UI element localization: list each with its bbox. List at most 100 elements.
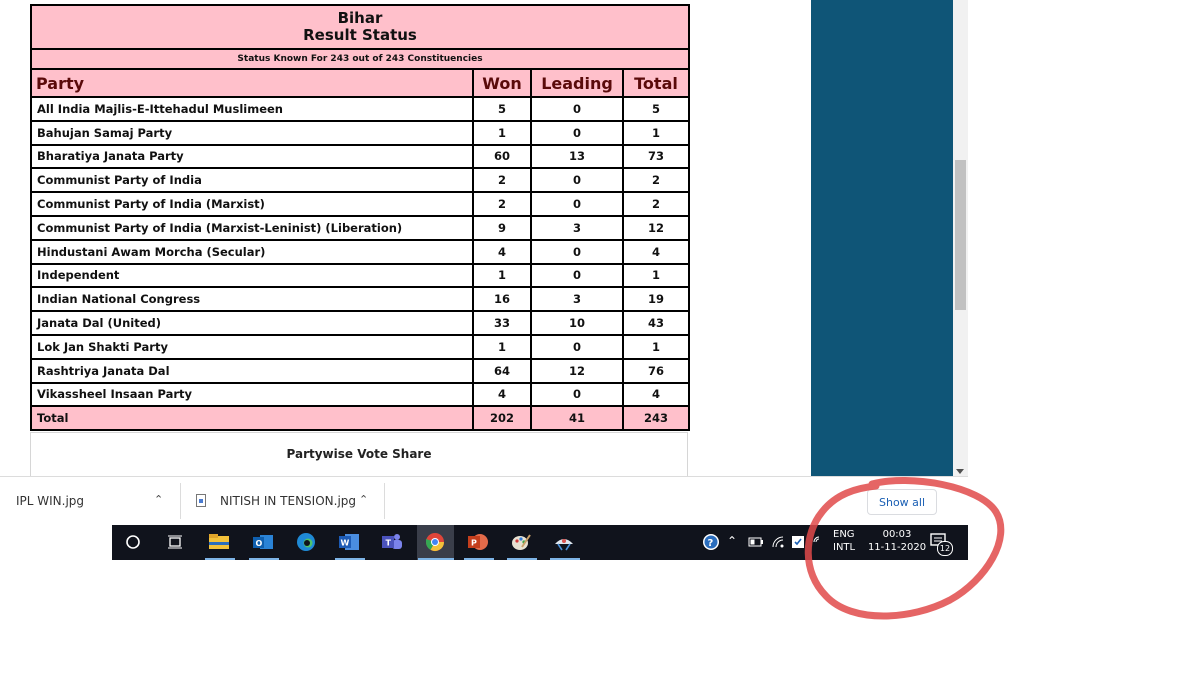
chevron-up-icon[interactable]: ⌃ xyxy=(154,493,163,506)
party-name: Independent xyxy=(30,262,474,289)
party-name: Communist Party of India (Marxist) xyxy=(30,191,474,217)
party-name: All India Majlis-E-Ittehadul Muslimeen xyxy=(30,96,474,122)
total-count: 1 xyxy=(622,119,690,146)
file-explorer-icon[interactable] xyxy=(207,531,231,553)
paint-icon[interactable] xyxy=(509,531,533,553)
notification-center-icon[interactable]: 12 xyxy=(928,531,953,556)
show-all-button[interactable]: Show all xyxy=(867,489,937,515)
won-count: 5 xyxy=(472,96,532,122)
running-indicator xyxy=(335,558,365,560)
won-count: 1 xyxy=(472,119,532,146)
running-indicator xyxy=(464,558,494,560)
vertical-scrollbar[interactable] xyxy=(953,0,968,476)
word-icon[interactable]: W xyxy=(337,531,361,553)
party-name: Rashtriya Janata Dal xyxy=(30,357,474,384)
won-count: 33 xyxy=(472,310,532,336)
divider xyxy=(384,483,385,519)
won-count: 4 xyxy=(472,238,532,265)
column-header-won: Won xyxy=(472,68,532,98)
divider xyxy=(180,483,181,519)
download-filename: NITISH IN TENSION.jpg xyxy=(220,494,357,508)
won-count: 9 xyxy=(472,214,532,241)
party-name: Communist Party of India xyxy=(30,167,474,194)
column-header-party: Party xyxy=(30,68,474,98)
snipping-icon[interactable] xyxy=(552,531,576,553)
table-title: Bihar Result Status xyxy=(30,4,690,50)
total-count: 2 xyxy=(622,191,690,217)
keyboard-layout: INTL xyxy=(833,542,856,553)
leading-count: 0 xyxy=(530,191,624,217)
running-indicator xyxy=(249,558,279,560)
table-row: Bahujan Samaj Party 1 0 1 xyxy=(30,119,690,146)
teams-icon[interactable]: T xyxy=(380,531,404,553)
leading-count: 0 xyxy=(530,262,624,289)
leading-count: 3 xyxy=(530,286,624,313)
taskbar-blank-area xyxy=(0,525,112,560)
status-line: Status Known For 243 out of 243 Constitu… xyxy=(30,48,690,70)
leading-count: 10 xyxy=(530,310,624,336)
outlook-icon[interactable]: O xyxy=(251,531,275,553)
leading-count: 0 xyxy=(530,333,624,360)
help-icon[interactable]: ? xyxy=(699,531,723,553)
total-count: 76 xyxy=(622,357,690,384)
table-row: All India Majlis-E-Ittehadul Muslimeen 5… xyxy=(30,96,690,122)
total-count: 12 xyxy=(622,214,690,241)
total-total: 243 xyxy=(622,405,690,432)
table-row: Bharatiya Janata Party 60 13 73 xyxy=(30,143,690,170)
column-header-total: Total xyxy=(622,68,690,98)
vote-share-heading: Partywise Vote Share xyxy=(286,447,432,461)
chevron-up-icon[interactable]: ⌃ xyxy=(727,534,737,548)
svg-text:W: W xyxy=(341,539,350,548)
download-item[interactable]: NITISH IN TENSION.jpg ⌃ xyxy=(182,477,382,525)
running-indicator xyxy=(507,558,537,560)
volume-icon[interactable] xyxy=(807,531,831,553)
chevron-up-icon[interactable]: ⌃ xyxy=(359,493,368,506)
party-name: Lok Jan Shakti Party xyxy=(30,333,474,360)
scroll-down-arrow-icon[interactable] xyxy=(956,469,964,474)
won-count: 2 xyxy=(472,191,532,217)
party-name: Communist Party of India (Marxist-Lenini… xyxy=(30,214,474,241)
svg-text:T: T xyxy=(386,539,392,548)
leading-count: 13 xyxy=(530,143,624,170)
total-leading: 41 xyxy=(530,405,624,432)
downloads-bar: IPL WIN.jpg ⌃ NITISH IN TENSION.jpg ⌃ Sh… xyxy=(0,476,968,525)
party-name: Bahujan Samaj Party xyxy=(30,119,474,146)
total-count: 5 xyxy=(622,96,690,122)
running-indicator xyxy=(205,558,235,560)
leading-count: 12 xyxy=(530,357,624,384)
web-page: Bihar Result Status Status Known For 243… xyxy=(0,0,968,476)
running-indicator xyxy=(418,558,454,560)
clock[interactable]: 00:03 11-11-2020 xyxy=(860,528,934,554)
task-view-icon[interactable] xyxy=(163,531,187,553)
party-name: Indian National Congress xyxy=(30,286,474,313)
search-icon[interactable] xyxy=(121,531,145,553)
leading-count: 0 xyxy=(530,167,624,194)
leading-count: 0 xyxy=(530,96,624,122)
powerpoint-icon[interactable]: P xyxy=(466,531,490,553)
state-name: Bihar xyxy=(337,9,383,27)
total-count: 43 xyxy=(622,310,690,336)
language-indicator[interactable]: ENG INTL xyxy=(833,528,855,554)
svg-text:O: O xyxy=(256,539,263,548)
total-count: 1 xyxy=(622,333,690,360)
total-count: 4 xyxy=(622,381,690,408)
won-count: 1 xyxy=(472,262,532,289)
table-row: Janata Dal (United) 33 10 43 xyxy=(30,310,690,336)
download-filename: IPL WIN.jpg xyxy=(16,494,85,508)
leading-count: 0 xyxy=(530,381,624,408)
party-name: Vikassheel Insaan Party xyxy=(30,381,474,408)
table-row: Lok Jan Shakti Party 1 0 1 xyxy=(30,333,690,360)
table-row: Hindustani Awam Morcha (Secular) 4 0 4 xyxy=(30,238,690,265)
column-header-leading: Leading xyxy=(530,68,624,98)
table-row: Independent 1 0 1 xyxy=(30,262,690,289)
image-file-icon xyxy=(196,494,206,507)
result-status-title: Result Status xyxy=(303,26,417,44)
battery-icon[interactable] xyxy=(744,531,768,553)
total-count: 4 xyxy=(622,238,690,265)
download-item[interactable]: IPL WIN.jpg ⌃ xyxy=(0,477,178,525)
chrome-icon[interactable] xyxy=(423,531,447,553)
windows-taskbar: O W T P ? ⌃ ENG INTL 00:03 11-11-2020 12 xyxy=(0,525,968,560)
table-row: Communist Party of India (Marxist-Lenini… xyxy=(30,214,690,241)
edge-icon[interactable] xyxy=(294,531,318,553)
scrollbar-thumb[interactable] xyxy=(955,160,966,310)
